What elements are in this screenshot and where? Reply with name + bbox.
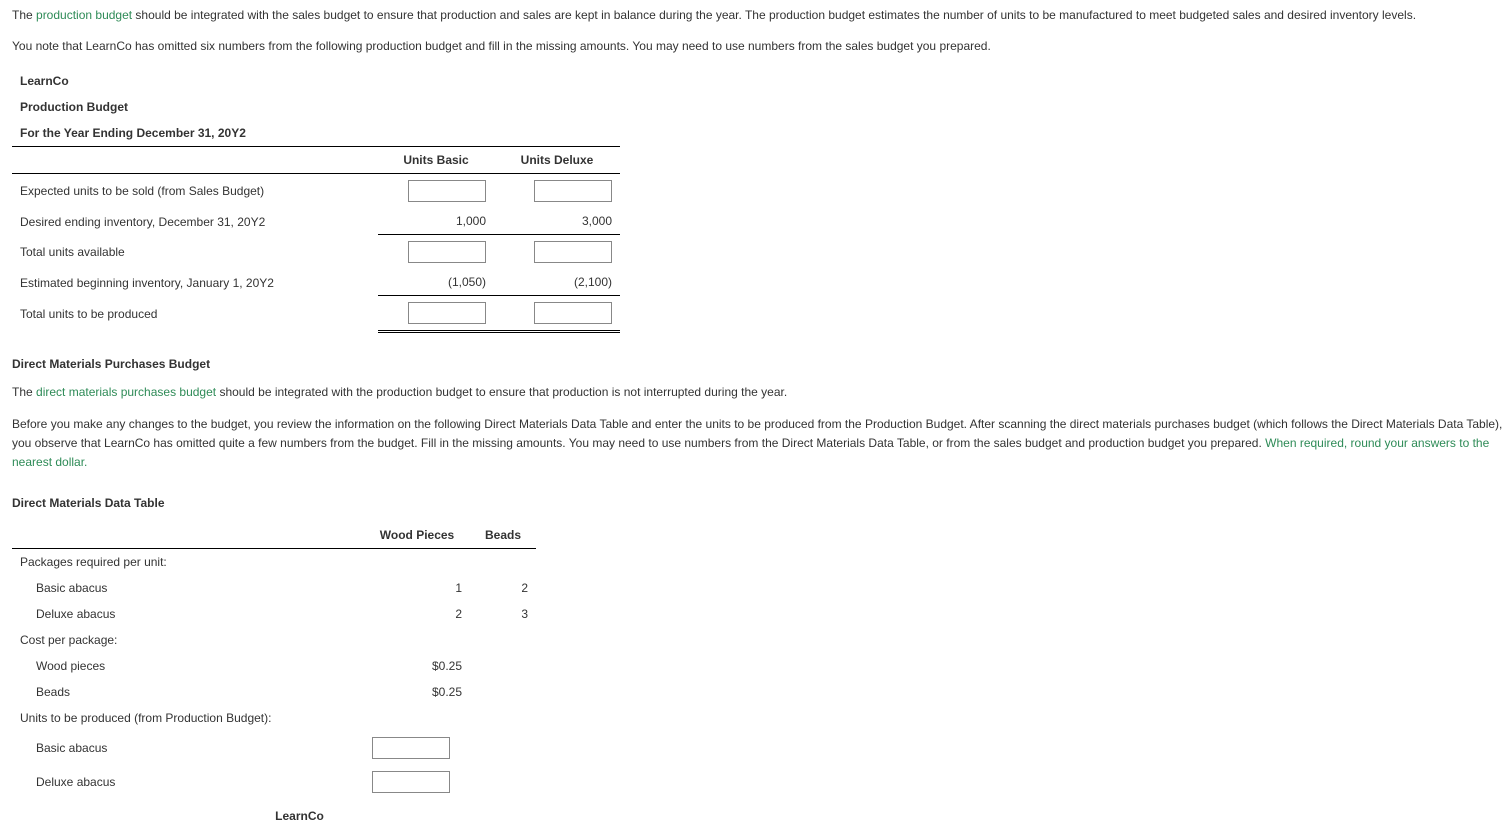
dm-paragraph-2: Before you make any changes to the budge… (12, 415, 1502, 473)
row-cost-per-package-label: Cost per package: (12, 627, 364, 653)
basic-beads-value: 2 (470, 575, 536, 601)
col-header-beads: Beads (470, 522, 536, 549)
row-beads-label: Beads (12, 679, 364, 705)
col-header-units-deluxe: Units Deluxe (494, 147, 620, 174)
row-begin-inventory-label: Estimated beginning inventory, January 1… (12, 269, 378, 296)
direct-materials-data-table: Wood Pieces Beads Packages required per … (12, 522, 536, 799)
row-units-to-produce-label: Units to be produced (from Production Bu… (12, 705, 364, 731)
expected-units-deluxe-input[interactable] (534, 180, 612, 202)
row-desired-ending-label: Desired ending inventory, December 31, 2… (12, 208, 378, 235)
desired-ending-basic-value: 1,000 (378, 208, 494, 235)
prod-title-company: LearnCo (12, 68, 378, 94)
footer-company-title: LearnCo (12, 809, 587, 823)
basic-produce-input[interactable] (372, 737, 450, 759)
row-wood-pieces-label: Wood pieces (12, 653, 364, 679)
expected-units-basic-input[interactable] (408, 180, 486, 202)
row-packages-required-label: Packages required per unit: (12, 549, 364, 576)
dm-purchases-budget-link[interactable]: direct materials purchases budget (36, 385, 216, 399)
beads-cost-value: $0.25 (364, 679, 470, 705)
production-budget-link[interactable]: production budget (36, 8, 132, 22)
begin-inventory-deluxe-value: (2,100) (494, 269, 620, 296)
row-expected-units-label: Expected units to be sold (from Sales Bu… (12, 174, 378, 209)
col-header-units-basic: Units Basic (378, 147, 494, 174)
desired-ending-deluxe-value: 3,000 (494, 208, 620, 235)
deluxe-beads-value: 3 (470, 601, 536, 627)
total-produced-deluxe-input[interactable] (534, 302, 612, 324)
production-budget-table: LearnCo Production Budget For the Year E… (12, 68, 620, 333)
basic-wood-value: 1 (364, 575, 470, 601)
prod-title-period: For the Year Ending December 31, 20Y2 (12, 120, 378, 147)
row-total-available-label: Total units available (12, 235, 378, 270)
row-basic-abacus-produce-label: Basic abacus (12, 731, 364, 765)
dm-purchases-heading: Direct Materials Purchases Budget (12, 357, 1502, 371)
row-deluxe-abacus-label: Deluxe abacus (12, 601, 364, 627)
row-total-produced-label: Total units to be produced (12, 296, 378, 332)
intro-paragraph-2: You note that LearnCo has omitted six nu… (12, 37, 1502, 56)
dm-paragraph-1: The direct materials purchases budget sh… (12, 383, 1502, 402)
deluxe-produce-input[interactable] (372, 771, 450, 793)
row-basic-abacus-label: Basic abacus (12, 575, 364, 601)
deluxe-wood-value: 2 (364, 601, 470, 627)
dm-data-table-heading: Direct Materials Data Table (12, 496, 1502, 510)
wood-cost-value: $0.25 (364, 653, 470, 679)
total-available-basic-input[interactable] (408, 241, 486, 263)
prod-title-name: Production Budget (12, 94, 378, 120)
row-deluxe-abacus-produce-label: Deluxe abacus (12, 765, 364, 799)
total-produced-basic-input[interactable] (408, 302, 486, 324)
total-available-deluxe-input[interactable] (534, 241, 612, 263)
col-header-wood-pieces: Wood Pieces (364, 522, 470, 549)
intro-paragraph-1: The production budget should be integrat… (12, 6, 1502, 25)
begin-inventory-basic-value: (1,050) (378, 269, 494, 296)
